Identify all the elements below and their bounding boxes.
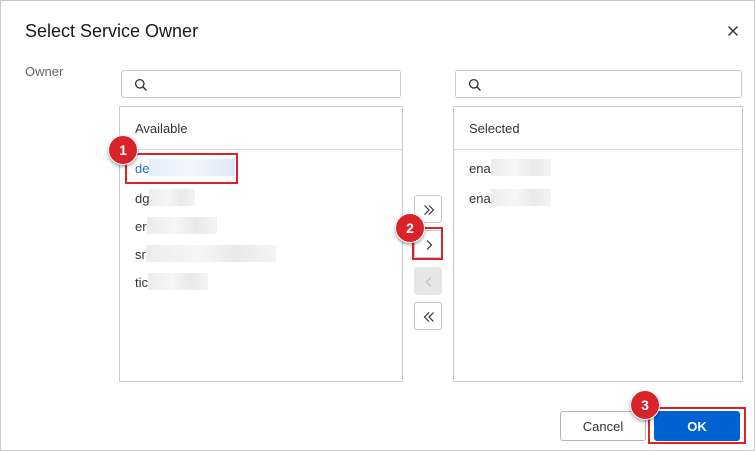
cancel-button[interactable]: Cancel xyxy=(560,411,646,441)
available-list-header: Available xyxy=(120,107,402,150)
available-search-input[interactable] xyxy=(156,74,396,94)
search-icon xyxy=(134,78,147,91)
selected-item-1[interactable]: ena xyxy=(469,159,551,176)
available-item-3[interactable]: er xyxy=(135,217,217,234)
step2-badge: 2 xyxy=(395,213,425,243)
selected-search-field[interactable] xyxy=(455,70,742,98)
selected-search-input[interactable] xyxy=(490,74,730,94)
selected-item-2[interactable]: ena xyxy=(469,189,551,206)
select-service-owner-dialog: Select Service Owner Owner Available de … xyxy=(0,0,755,451)
available-item-4[interactable]: sr xyxy=(135,245,276,262)
move-all-left-button[interactable] xyxy=(414,302,442,330)
move-left-button[interactable] xyxy=(414,267,442,295)
selected-list: Selected ena ena xyxy=(453,106,743,382)
selected-list-header: Selected xyxy=(454,107,742,150)
available-item-2[interactable]: dg xyxy=(135,189,196,206)
double-chevron-right-icon xyxy=(424,205,435,215)
search-icon xyxy=(468,78,481,91)
selected-header-label: Selected xyxy=(469,121,520,136)
dialog-title: Select Service Owner xyxy=(25,21,199,41)
available-header-label: Available xyxy=(135,121,188,136)
double-chevron-left-icon xyxy=(423,312,434,322)
owner-label: Owner xyxy=(25,64,64,79)
available-list: Available de dg er sr tic xyxy=(119,106,403,382)
step3-badge: 3 xyxy=(630,390,660,420)
step1-badge: 1 xyxy=(108,135,138,165)
ok-button[interactable]: OK xyxy=(654,411,740,441)
available-search-field[interactable] xyxy=(121,70,401,98)
chevron-left-icon xyxy=(425,277,432,287)
close-icon[interactable] xyxy=(723,21,743,41)
available-item-1[interactable]: de xyxy=(135,159,236,176)
available-item-5[interactable]: tic xyxy=(135,273,208,290)
chevron-right-icon xyxy=(426,240,433,250)
